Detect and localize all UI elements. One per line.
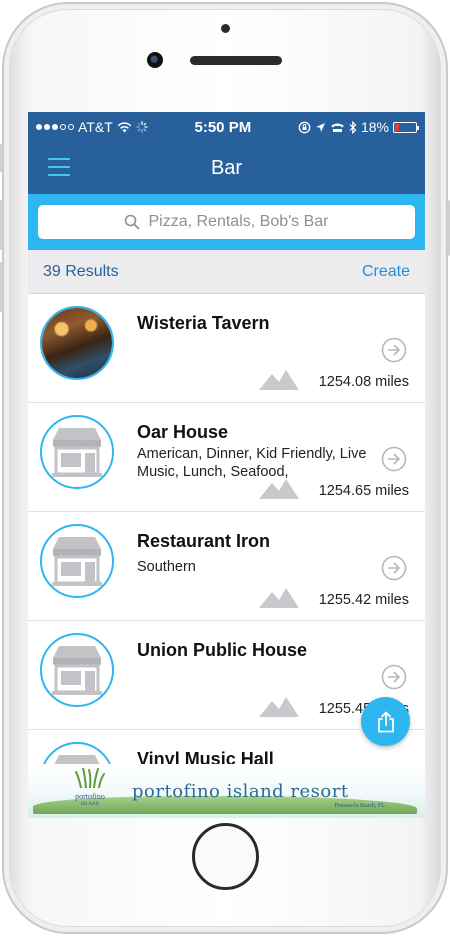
create-button[interactable]: Create [362, 263, 410, 281]
location-arrow-icon [315, 122, 325, 132]
venue-distance: 1255.42 miles [318, 592, 409, 608]
arrow-right-circle-icon[interactable] [381, 555, 407, 581]
ad-logo-sub: ISLAND [80, 802, 100, 807]
home-button[interactable] [192, 823, 259, 890]
storefront-icon [52, 537, 102, 586]
venue-tags: American, Dinner, Kid Friendly, Live Mus… [137, 446, 367, 480]
battery-icon [392, 121, 419, 133]
share-button[interactable] [361, 697, 410, 746]
status-time: 5:50 PM [194, 118, 252, 136]
list-item[interactable]: Oar House American, Dinner, Kid Friendly… [28, 403, 425, 512]
storefront-icon [52, 428, 102, 477]
volume-down-button [0, 262, 3, 312]
search-strip: Pizza, Rentals, Bob's Bar [28, 194, 425, 250]
front-sensor [221, 24, 230, 33]
venue-name: Restaurant Iron [137, 531, 271, 551]
front-camera [147, 52, 163, 68]
sea-grass-icon [75, 767, 105, 789]
activity-spinner-icon [136, 121, 148, 133]
arrow-right-circle-icon[interactable] [381, 337, 407, 363]
storefront-thumb [40, 524, 114, 598]
storefront-icon [52, 646, 102, 695]
ad-title: portofino island resort [132, 781, 349, 802]
app-screen: AT&T 5:50 PM 18% Bar Pizza, Rentals, Bob… [28, 112, 425, 818]
venue-photo [40, 306, 114, 380]
venue-name: Wisteria Tavern [137, 313, 270, 333]
ad-logo-text: portofino [75, 792, 105, 801]
navigation-bar: Bar [28, 142, 425, 194]
hamburger-icon[interactable] [48, 158, 70, 176]
volume-up-button [0, 200, 3, 250]
arrow-right-circle-icon[interactable] [381, 446, 407, 472]
search-input[interactable]: Pizza, Rentals, Bob's Bar [38, 205, 415, 239]
ad-subtitle: Pensacola Beach, FL [334, 803, 385, 809]
signal-icon [36, 124, 74, 130]
storefront-thumb [40, 415, 114, 489]
mountain-icon [259, 479, 299, 499]
mountain-icon [259, 588, 299, 608]
ad-banner[interactable]: portofino ISLAND portofino island resort… [28, 764, 425, 818]
arrow-right-circle-icon[interactable] [381, 664, 407, 690]
ad-logo: portofino ISLAND [68, 767, 112, 809]
mountain-icon [259, 697, 299, 717]
rotation-lock-icon [298, 121, 311, 133]
venue-distance: 1254.65 miles [318, 483, 409, 499]
list-item[interactable]: Restaurant Iron Southern 1255.42 miles [28, 512, 425, 621]
results-count: 39 Results [43, 262, 119, 280]
status-left: AT&T [36, 119, 148, 135]
venue-tags: Southern [137, 559, 196, 575]
venue-name: Union Public House [137, 640, 308, 660]
status-right: 18% [298, 119, 419, 135]
wifi-icon [117, 121, 132, 132]
storefront-thumb [40, 633, 114, 707]
carrier-label: AT&T [78, 119, 113, 135]
venue-name: Oar House [137, 422, 229, 442]
results-list: Wisteria Tavern 1254.08 miles Oar House … [28, 294, 425, 818]
battery-level [394, 123, 399, 131]
status-bar: AT&T 5:50 PM 18% [28, 112, 425, 142]
earpiece-speaker [190, 56, 282, 65]
mountain-icon [259, 370, 299, 390]
bluetooth-icon [349, 120, 357, 134]
search-icon [125, 214, 140, 230]
venue-distance: 1254.08 miles [318, 374, 409, 390]
mute-switch [0, 144, 3, 172]
tty-icon [330, 123, 344, 132]
battery-percent: 18% [360, 119, 389, 135]
results-header: 39 Results Create [28, 250, 425, 294]
search-placeholder: Pizza, Rentals, Bob's Bar [148, 213, 329, 230]
share-icon [377, 711, 394, 732]
page-title: Bar [210, 156, 243, 179]
list-item[interactable]: Wisteria Tavern 1254.08 miles [28, 294, 425, 403]
